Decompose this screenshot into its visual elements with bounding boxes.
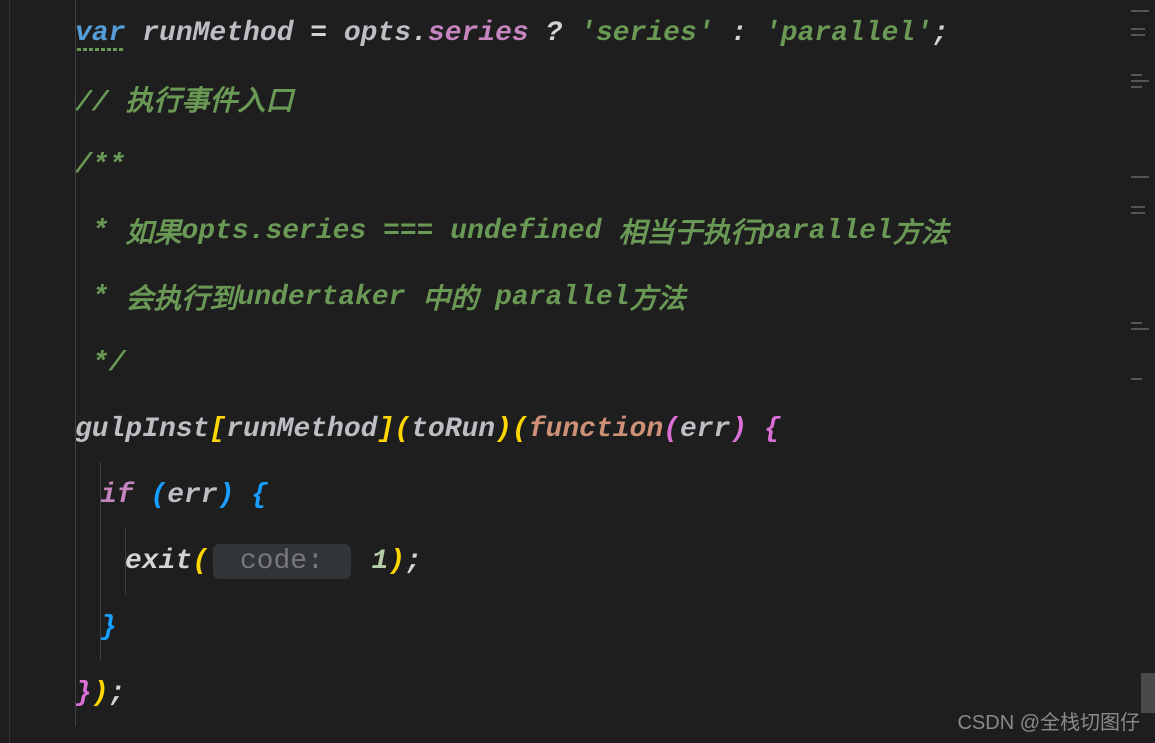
identifier: runMethod — [226, 414, 377, 445]
paren: ( — [150, 480, 167, 511]
code-editor[interactable]: var runMethod = opts.series ? 'series' :… — [0, 0, 1155, 743]
paren: ) — [495, 414, 512, 445]
paren: ( — [512, 414, 529, 445]
minimap-line — [1131, 34, 1145, 36]
brace: { — [234, 480, 268, 511]
minimap-line — [1131, 80, 1149, 82]
vertical-scrollbar[interactable] — [1141, 673, 1155, 713]
code-line[interactable]: // 执行事件入口 — [20, 66, 1155, 132]
keyword-if: if — [100, 480, 150, 511]
gutter — [0, 0, 10, 743]
comment-bold: parallel — [758, 216, 892, 247]
keyword-var: var — [75, 18, 125, 49]
minimap-line — [1131, 74, 1142, 76]
semicolon: ; — [932, 18, 949, 49]
paren: ) — [730, 414, 747, 445]
jsdoc-close: */ — [75, 348, 125, 379]
jsdoc-star: * — [75, 282, 125, 313]
comment-text: 会执行到 — [125, 277, 237, 317]
watermark: CSDN @全栈切图仔 — [957, 706, 1140, 735]
brace: } — [100, 612, 117, 643]
paren: ) — [92, 678, 109, 709]
code-line[interactable]: } — [20, 594, 1155, 660]
minimap[interactable] — [1125, 0, 1155, 743]
colon: : — [714, 18, 764, 49]
comment-text: 如果 — [125, 211, 181, 251]
code-line[interactable]: var runMethod = opts.series ? 'series' :… — [20, 0, 1155, 66]
paren: ( — [192, 546, 209, 577]
comment-text: 中的 — [405, 277, 495, 317]
comment-text: 方法 — [893, 211, 949, 251]
minimap-line — [1131, 212, 1145, 214]
comment-bold: undertaker — [237, 282, 405, 313]
function-call: exit — [125, 546, 192, 577]
minimap-line — [1131, 328, 1149, 330]
bracket: [ — [209, 414, 226, 445]
code-content[interactable]: var runMethod = opts.series ? 'series' :… — [10, 0, 1155, 743]
bracket: ] — [377, 414, 394, 445]
identifier: toRun — [411, 414, 495, 445]
comment-text: 相当于执行 — [602, 211, 759, 251]
code-line[interactable]: gulpInst[runMethod](toRun)(function(err)… — [20, 396, 1155, 462]
paren: ) — [388, 546, 405, 577]
ternary: ? — [529, 18, 579, 49]
identifier: opts — [344, 18, 411, 49]
paren: ( — [663, 414, 680, 445]
minimap-line — [1131, 378, 1142, 380]
param: err — [680, 414, 730, 445]
minimap-line — [1131, 206, 1145, 208]
jsdoc-star: * — [75, 216, 125, 247]
paren: ) — [218, 480, 235, 511]
brace: { — [747, 414, 781, 445]
code-line[interactable]: * 如果opts.series === undefined 相当于执行paral… — [20, 198, 1155, 264]
minimap-line — [1131, 10, 1149, 12]
code-line[interactable]: */ — [20, 330, 1155, 396]
property: series — [428, 18, 529, 49]
minimap-line — [1131, 322, 1142, 324]
semicolon: ; — [405, 546, 422, 577]
comment-text: 方法 — [630, 277, 686, 317]
code-line[interactable]: /** — [20, 132, 1155, 198]
comment-bold: opts.series === undefined — [181, 216, 601, 247]
minimap-line — [1131, 86, 1142, 88]
code-line[interactable]: * 会执行到undertaker 中的 parallel方法 — [20, 264, 1155, 330]
minimap-line — [1131, 28, 1145, 30]
dot: . — [411, 18, 428, 49]
identifier: err — [167, 480, 217, 511]
number-literal: 1 — [355, 546, 389, 577]
minimap-line — [1131, 176, 1149, 178]
code-line[interactable]: exit( code: 1); — [20, 528, 1155, 594]
semicolon: ; — [109, 678, 126, 709]
keyword-function: function — [529, 414, 663, 445]
code-line[interactable]: if (err) { — [20, 462, 1155, 528]
string-literal: 'parallel' — [764, 18, 932, 49]
comment-bold: parallel — [495, 282, 629, 313]
brace: } — [75, 678, 92, 709]
inlay-hint: code: — [213, 544, 351, 579]
jsdoc-open: /** — [75, 150, 125, 181]
operator: = — [310, 18, 344, 49]
identifier: runMethod — [125, 18, 310, 49]
identifier: gulpInst — [75, 414, 209, 445]
line-comment: // 执行事件入口 — [75, 79, 293, 119]
string-literal: 'series' — [579, 18, 713, 49]
paren: ( — [394, 414, 411, 445]
